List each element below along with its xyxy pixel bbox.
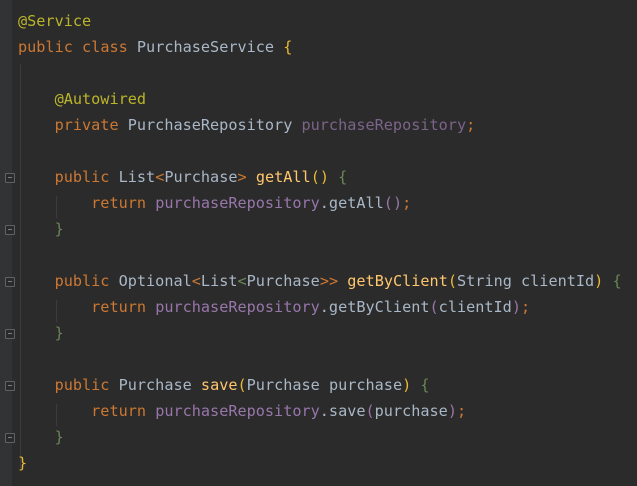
field-ref: purchaseRepository [155, 194, 320, 212]
semicolon: ; [456, 402, 467, 420]
generic-type: Purchase [164, 168, 238, 186]
fold-icon[interactable] [5, 329, 15, 339]
generic-open: < [155, 168, 165, 186]
method-call: .getByClient [319, 298, 430, 316]
class-open-brace: { [283, 38, 293, 56]
code-line: public Purchase save(Purchase purchase) … [18, 372, 622, 398]
code-line: } [18, 216, 622, 242]
code-line: public class PurchaseService { [18, 34, 622, 60]
method-name: save [200, 376, 238, 394]
field-ref: purchaseRepository [155, 402, 320, 420]
method-open-brace: { [338, 168, 348, 186]
call-arg: clientId [438, 298, 512, 316]
semicolon: ; [520, 298, 531, 316]
annotation-service: @Service [18, 12, 92, 30]
generic-open: < [237, 272, 247, 290]
keyword-public: public [54, 272, 110, 290]
method-open-brace: { [612, 272, 622, 290]
param-close: ) [594, 272, 604, 290]
method-call: .save [319, 402, 366, 420]
keyword-public: public [54, 376, 110, 394]
code-line: private PurchaseRepository purchaseRepos… [18, 112, 622, 138]
annotation-autowired: @Autowired [54, 90, 147, 108]
editor-gutter [0, 0, 12, 486]
fold-icon[interactable] [5, 173, 15, 183]
generic-close: >> [319, 272, 339, 290]
keyword-class: class [82, 38, 128, 56]
keyword-return: return [91, 402, 147, 420]
code-line: public List<Purchase> getAll() { [18, 164, 622, 190]
field-ref: purchaseRepository [155, 298, 320, 316]
keyword-return: return [91, 298, 147, 316]
method-name: getByClient [347, 272, 448, 290]
return-type: Purchase [118, 376, 192, 394]
call-close: ) [447, 402, 457, 420]
call-open: ( [429, 298, 439, 316]
generic-open: < [191, 272, 201, 290]
method-name: getAll [255, 168, 311, 186]
keyword-return: return [91, 194, 147, 212]
code-line: public Optional<List<Purchase>> getByCli… [18, 268, 622, 294]
keyword-public: public [54, 168, 110, 186]
return-type: List [118, 168, 156, 186]
code-line: } [18, 450, 622, 476]
call-arg: purchase [374, 402, 448, 420]
code-line: return purchaseRepository.getAll(); [18, 190, 622, 216]
fold-icon[interactable] [5, 433, 15, 443]
param-open: ( [237, 376, 247, 394]
code-line: } [18, 424, 622, 450]
fold-icon[interactable] [5, 225, 15, 235]
code-line: @Service [18, 8, 622, 34]
keyword-private: private [54, 116, 119, 134]
class-name: PurchaseService [136, 38, 275, 56]
method-open-brace: { [420, 376, 430, 394]
param-close: ) [402, 376, 412, 394]
generic-close: > [237, 168, 247, 186]
params: String clientId [457, 272, 595, 290]
fold-icon[interactable] [5, 277, 15, 287]
semicolon: ; [466, 116, 476, 134]
param-open: ( [447, 272, 458, 290]
parens: () [310, 168, 329, 186]
keyword-public: public [18, 38, 73, 56]
field-type: PurchaseRepository [127, 116, 293, 134]
code-line: @Autowired [18, 86, 622, 112]
method-close-brace: } [54, 220, 64, 238]
code-editor[interactable]: @Service public class PurchaseService { … [18, 8, 622, 476]
call-close: ) [511, 298, 521, 316]
code-line: return purchaseRepository.save(purchase)… [18, 398, 622, 424]
code-line: return purchaseRepository.getByClient(cl… [18, 294, 622, 320]
fold-icon[interactable] [5, 381, 15, 391]
method-close-brace: } [54, 428, 64, 446]
call-parens: () [383, 194, 403, 212]
method-close-brace: } [54, 324, 64, 342]
field-name: purchaseRepository [301, 116, 467, 134]
code-line: } [18, 320, 622, 346]
class-close-brace: } [18, 454, 28, 472]
semicolon: ; [402, 194, 412, 212]
generic-type: List [200, 272, 238, 290]
return-type: Optional [118, 272, 192, 290]
generic-type: Purchase [246, 272, 320, 290]
call-open: ( [365, 402, 375, 420]
method-call: .getAll [319, 194, 384, 212]
params: Purchase purchase [246, 376, 403, 394]
